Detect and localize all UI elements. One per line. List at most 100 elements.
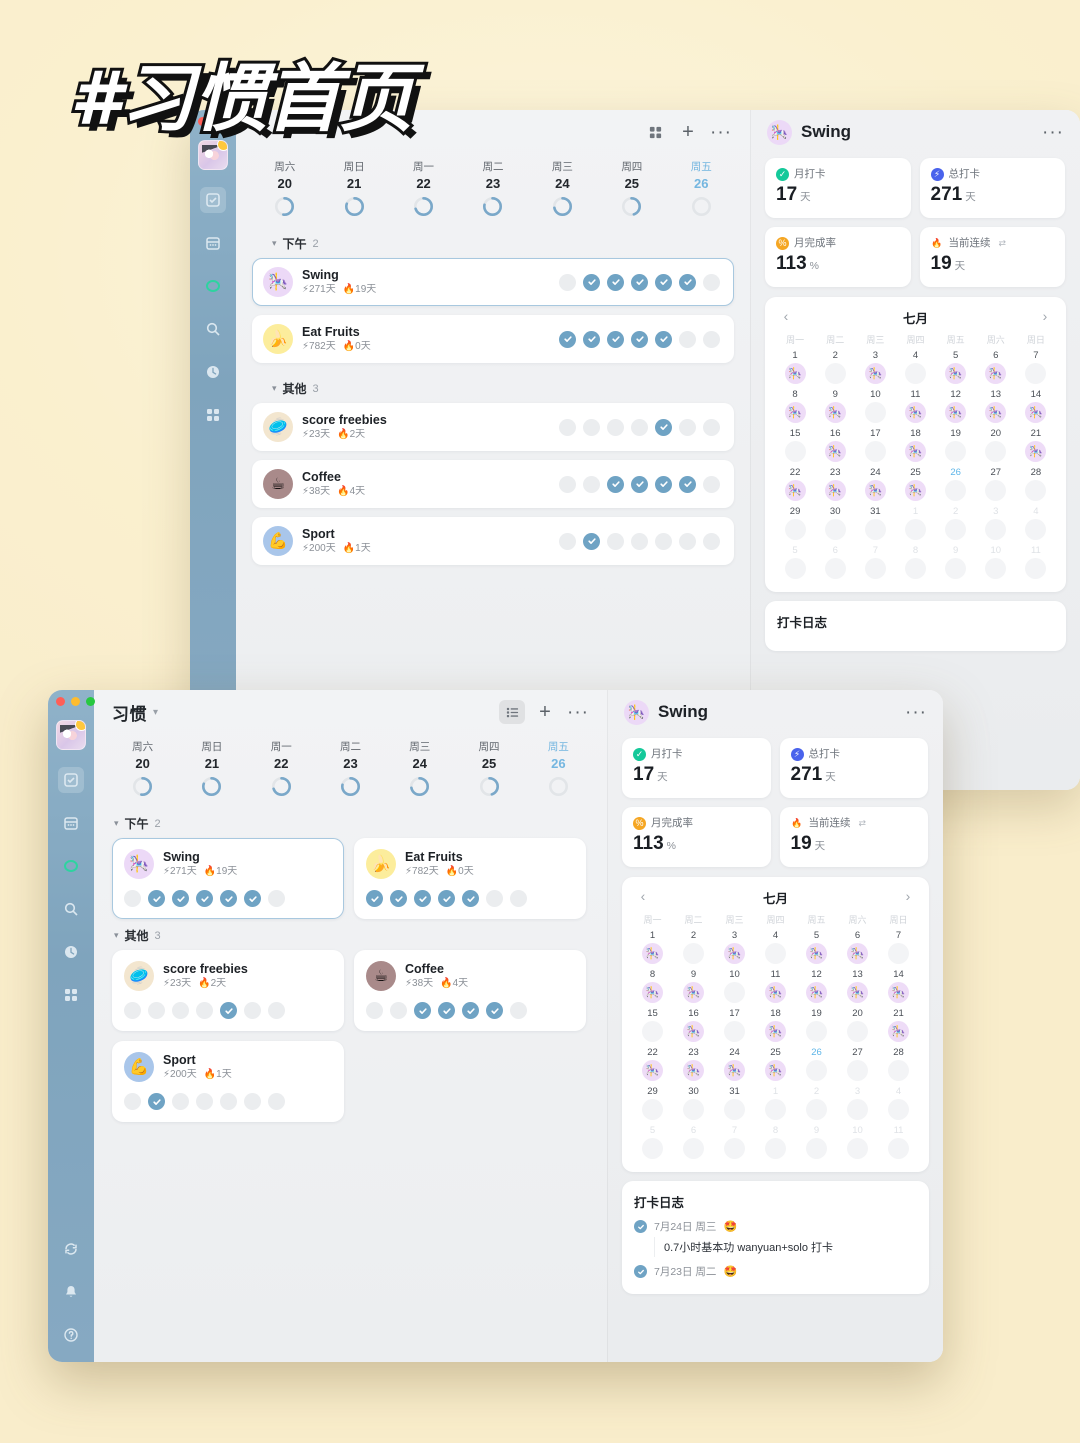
calendar-day-35[interactable]: 5 [632, 1124, 673, 1161]
check-dot-1[interactable] [583, 273, 600, 291]
stat-card-0[interactable]: ✓ 月打卡 17 天 [622, 738, 771, 798]
stat-card-2[interactable]: % 月完成率 113% [765, 227, 911, 287]
calendar-day-18[interactable]: 19 [796, 1007, 837, 1044]
calendar-day-4[interactable]: 5 🎠 [796, 929, 837, 966]
check-dot-1[interactable] [583, 418, 600, 436]
check-dot-0[interactable] [366, 890, 383, 907]
avatar[interactable] [198, 140, 228, 170]
check-dot-4[interactable] [462, 1002, 479, 1019]
check-dot-2[interactable] [607, 330, 624, 348]
check-dot-2[interactable] [172, 890, 189, 907]
check-dot-5[interactable] [679, 330, 696, 348]
check-dot-0[interactable] [366, 1002, 383, 1019]
sidebar-item-pomodoro[interactable] [58, 939, 84, 965]
check-dot-6[interactable] [510, 890, 527, 907]
sidebar-item-calendar[interactable] [200, 230, 226, 256]
check-dot-5[interactable] [244, 1002, 261, 1019]
sidebar-item-pomodoro[interactable] [200, 359, 226, 385]
calendar-day-41[interactable]: 11 [1016, 544, 1056, 581]
habit-row[interactable]: 💪 Sport ⚡200天 🔥1天 [252, 517, 734, 565]
check-dot-6[interactable] [703, 273, 720, 291]
check-dot-1[interactable] [583, 475, 600, 493]
check-dot-2[interactable] [172, 1002, 189, 1019]
check-dot-1[interactable] [148, 890, 165, 907]
calendar-day-21[interactable]: 22 🎠 [632, 1046, 673, 1083]
calendar-day-30[interactable]: 31 [714, 1085, 755, 1122]
week-day-5[interactable]: 周四 25 [597, 160, 666, 217]
calendar-day-24[interactable]: 25 🎠 [755, 1046, 796, 1083]
stat-card-3[interactable]: 🔥 当前连续 ⇄ 19 天 [919, 227, 1065, 287]
habit-card[interactable]: 🍌 Eat Fruits ⚡782天 🔥0天 [354, 838, 586, 919]
calendar-day-38[interactable]: 8 [755, 1124, 796, 1161]
chevron-left-icon[interactable]: ‹ [634, 888, 652, 904]
calendar-day-22[interactable]: 23 🎠 [673, 1046, 714, 1083]
check-dot-6[interactable] [268, 1002, 285, 1019]
week-day-6[interactable]: 周五 26 [667, 160, 736, 217]
stat-card-1[interactable]: ⚡ 总打卡 271 天 [919, 158, 1065, 218]
sidebar-item-habits[interactable] [200, 273, 226, 299]
check-dot-5[interactable] [679, 273, 696, 291]
calendar-day-24[interactable]: 25 🎠 [895, 466, 935, 503]
grid-view-icon[interactable] [642, 120, 668, 144]
check-dot-0[interactable] [559, 273, 576, 291]
log-entry-1[interactable]: 7月23日 周二 🤩 [634, 1264, 917, 1279]
habit-card[interactable]: ☕ Coffee ⚡38天 🔥4天 [354, 950, 586, 1031]
calendar-day-6[interactable]: 7 [878, 929, 919, 966]
add-habit-button-back[interactable]: + [675, 120, 701, 144]
habit-row[interactable]: 🍌 Eat Fruits ⚡782天 🔥0天 [252, 315, 734, 363]
week-day-1[interactable]: 周日 21 [319, 160, 388, 217]
calendar-day-31[interactable]: 1 [755, 1085, 796, 1122]
check-dot-4[interactable] [655, 330, 672, 348]
week-day-2[interactable]: 周一 22 [389, 160, 458, 217]
chevron-down-icon[interactable]: ▾ [114, 818, 119, 829]
calendar-day-2[interactable]: 3 🎠 [714, 929, 755, 966]
week-day-6[interactable]: 周五 26 [524, 740, 593, 797]
chevron-down-icon[interactable]: ▾ [272, 238, 277, 249]
calendar-day-12[interactable]: 13 🎠 [837, 968, 878, 1005]
habit-row[interactable]: 🎠 Swing ⚡271天 🔥19天 [252, 258, 734, 306]
calendar-day-40[interactable]: 10 [976, 544, 1016, 581]
check-dot-3[interactable] [631, 532, 648, 550]
calendar-day-10[interactable]: 11 🎠 [895, 388, 935, 425]
log-entry-0[interactable]: 7月24日 周三 🤩 [634, 1219, 917, 1234]
check-dot-2[interactable] [607, 273, 624, 291]
sidebar-item-calendar[interactable] [58, 810, 84, 836]
calendar-day-3[interactable]: 4 [755, 929, 796, 966]
calendar-day-40[interactable]: 10 [837, 1124, 878, 1161]
calendar-day-11[interactable]: 12 🎠 [936, 388, 976, 425]
section-header[interactable]: ▾ 其他 3 [94, 919, 607, 950]
section-header[interactable]: ▾ 下午 2 [252, 227, 734, 258]
check-dot-5[interactable] [679, 418, 696, 436]
sidebar-item-tasks[interactable] [58, 767, 84, 793]
check-dot-0[interactable] [559, 418, 576, 436]
chevron-down-icon[interactable]: ▾ [153, 707, 158, 718]
avatar[interactable] [56, 720, 86, 750]
calendar-day-14[interactable]: 15 [775, 427, 815, 464]
check-dot-6[interactable] [703, 532, 720, 550]
calendar-day-9[interactable]: 10 [714, 968, 755, 1005]
habit-row[interactable]: ☕ Coffee ⚡38天 🔥4天 [252, 460, 734, 508]
check-dot-1[interactable] [583, 532, 600, 550]
calendar-day-7[interactable]: 8 🎠 [632, 968, 673, 1005]
check-dot-2[interactable] [414, 890, 431, 907]
check-dot-1[interactable] [148, 1002, 165, 1019]
calendar-day-36[interactable]: 6 [673, 1124, 714, 1161]
traffic-lights-front[interactable] [56, 697, 95, 706]
check-dot-3[interactable] [438, 1002, 455, 1019]
stat-card-0[interactable]: ✓ 月打卡 17 天 [765, 158, 911, 218]
calendar-day-29[interactable]: 30 [815, 505, 855, 542]
calendar-day-21[interactable]: 22 🎠 [775, 466, 815, 503]
close-button[interactable] [56, 697, 65, 706]
check-dot-2[interactable] [414, 1002, 431, 1019]
sidebar-item-matrix[interactable] [58, 982, 84, 1008]
calendar-day-33[interactable]: 3 [976, 505, 1016, 542]
calendar-day-0[interactable]: 1 🎠 [775, 349, 815, 386]
calendar-day-23[interactable]: 24 🎠 [855, 466, 895, 503]
check-dot-3[interactable] [631, 330, 648, 348]
check-dot-0[interactable] [559, 330, 576, 348]
stat-card-3[interactable]: 🔥 当前连续 ⇄ 19 天 [779, 807, 928, 867]
calendar-day-6[interactable]: 7 [1016, 349, 1056, 386]
calendar-day-10[interactable]: 11 🎠 [755, 968, 796, 1005]
check-dot-2[interactable] [607, 475, 624, 493]
calendar-day-19[interactable]: 20 [976, 427, 1016, 464]
